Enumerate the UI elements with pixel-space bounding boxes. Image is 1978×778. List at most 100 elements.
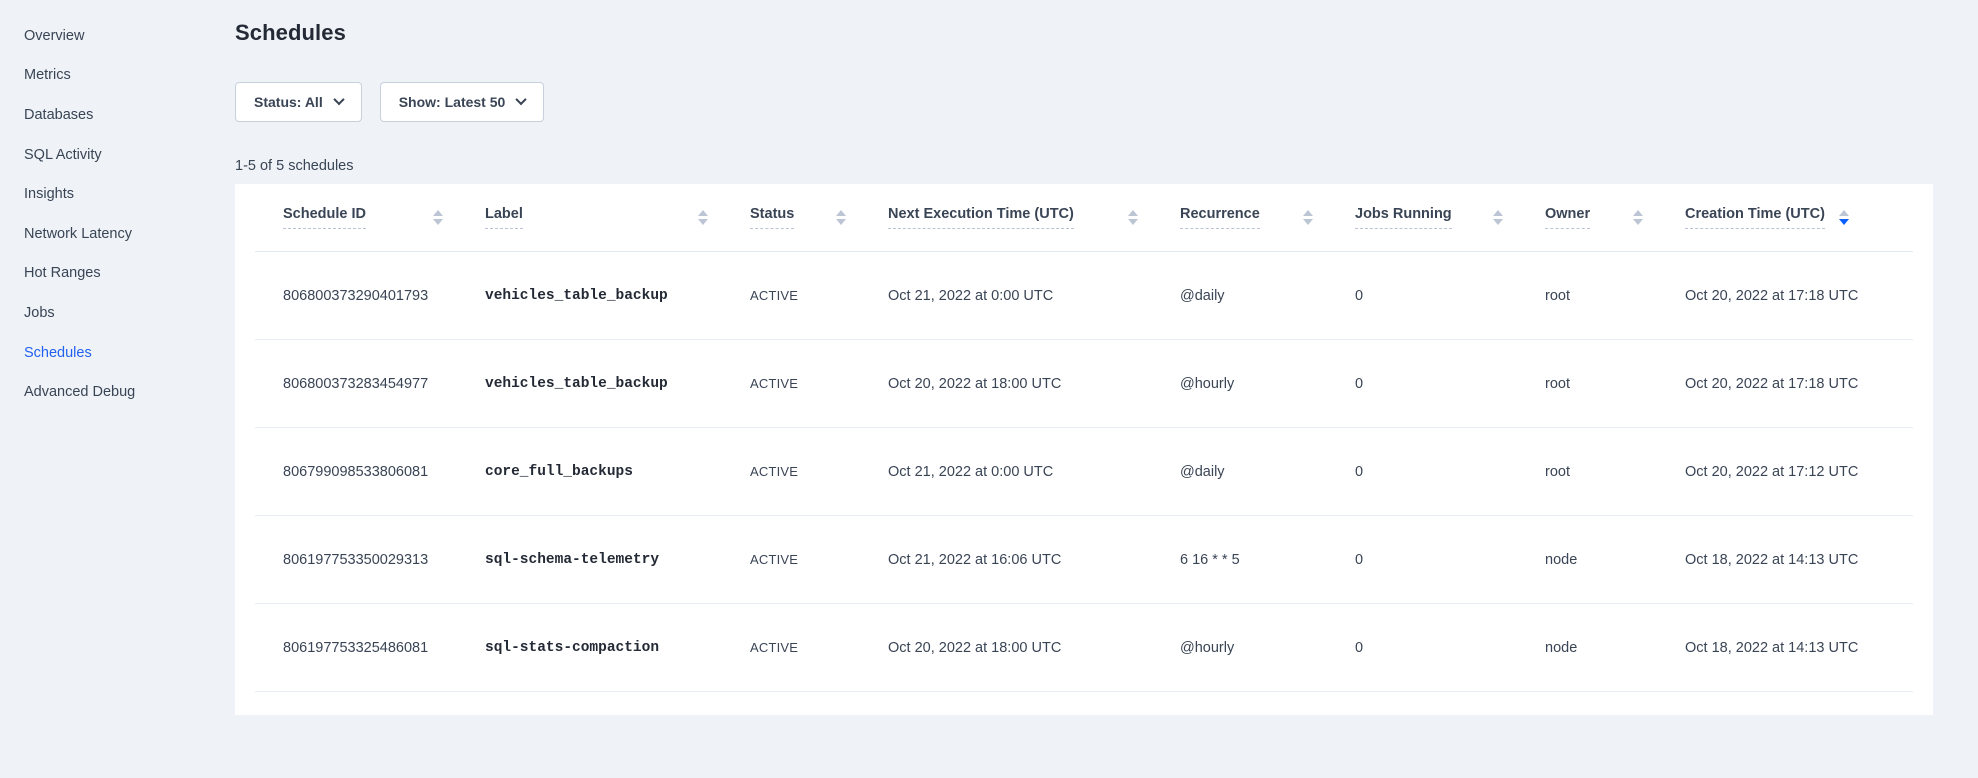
sidebar-item-label: Insights: [24, 186, 74, 202]
cell-owner: root: [1545, 464, 1685, 480]
column-header-label: Creation Time (UTC): [1685, 206, 1825, 229]
column-header-label: Jobs Running: [1355, 206, 1452, 229]
column-header[interactable]: Next Execution Time (UTC): [888, 206, 1180, 229]
page: Overview Metrics Databases SQL Activity …: [0, 0, 1978, 778]
sort-icon[interactable]: [1493, 210, 1503, 225]
cell-label: vehicles_table_backup: [485, 376, 750, 392]
sort-down-arrow-icon: [1493, 219, 1503, 225]
sidebar-item[interactable]: Metrics: [24, 56, 215, 96]
table-row[interactable]: 806197753325486081 sql-stats-compaction …: [255, 604, 1913, 692]
cell-next-execution-time: Oct 20, 2022 at 18:00 UTC: [888, 640, 1180, 656]
cell-label: vehicles_table_backup: [485, 288, 750, 304]
sidebar-item[interactable]: Hot Ranges: [24, 254, 215, 294]
cell-schedule-id: 806799098533806081: [283, 464, 485, 480]
sort-icon[interactable]: [1303, 210, 1313, 225]
sidebar-item[interactable]: Jobs: [24, 293, 215, 333]
cell-owner: root: [1545, 288, 1685, 304]
cell-next-execution-time: Oct 21, 2022 at 0:00 UTC: [888, 288, 1180, 304]
cell-creation-time: Oct 18, 2022 at 14:13 UTC: [1685, 640, 1887, 656]
sort-up-arrow-icon: [836, 210, 846, 216]
cell-creation-time: Oct 20, 2022 at 17:18 UTC: [1685, 376, 1887, 392]
table-row[interactable]: 806800373290401793 vehicles_table_backup…: [255, 252, 1913, 340]
cell-creation-time: Oct 20, 2022 at 17:18 UTC: [1685, 288, 1887, 304]
results-count: 1-5 of 5 schedules: [235, 158, 1933, 174]
column-header[interactable]: Schedule ID: [283, 206, 485, 229]
cell-label: sql-schema-telemetry: [485, 552, 750, 568]
filter-bar: Status: All Show: Latest 50: [235, 82, 1933, 122]
column-header-label: Owner: [1545, 206, 1590, 229]
sort-icon[interactable]: [836, 210, 846, 225]
table-body: 806800373290401793 vehicles_table_backup…: [235, 252, 1933, 692]
column-header[interactable]: Owner: [1545, 206, 1685, 229]
cell-recurrence: 6 16 * * 5: [1180, 552, 1355, 568]
sort-down-arrow-icon: [1128, 219, 1138, 225]
cell-owner: node: [1545, 640, 1685, 656]
sort-down-arrow-icon: [1303, 219, 1313, 225]
sidebar-item[interactable]: Overview: [24, 16, 215, 56]
cell-next-execution-time: Oct 21, 2022 at 0:00 UTC: [888, 464, 1180, 480]
sort-up-arrow-icon: [1303, 210, 1313, 216]
cell-creation-time: Oct 20, 2022 at 17:12 UTC: [1685, 464, 1887, 480]
cell-jobs-running: 0: [1355, 376, 1545, 392]
table-row[interactable]: 806197753350029313 sql-schema-telemetry …: [255, 516, 1913, 604]
sort-up-arrow-icon: [1633, 210, 1643, 216]
sidebar-item[interactable]: Databases: [24, 95, 215, 135]
sort-icon[interactable]: [1128, 210, 1138, 225]
sidebar-item-label: Overview: [24, 28, 84, 44]
column-header[interactable]: Jobs Running: [1355, 206, 1545, 229]
column-header-label: Recurrence: [1180, 206, 1260, 229]
cell-schedule-id: 806800373283454977: [283, 376, 485, 392]
sidebar-item-label: Advanced Debug: [24, 384, 135, 400]
cell-owner: node: [1545, 552, 1685, 568]
cell-recurrence: @hourly: [1180, 640, 1355, 656]
sort-down-arrow-icon: [1633, 219, 1643, 225]
sort-up-arrow-icon: [1493, 210, 1503, 216]
cell-next-execution-time: Oct 20, 2022 at 18:00 UTC: [888, 376, 1180, 392]
status-filter-label: Status: All: [254, 94, 323, 110]
sidebar-item[interactable]: SQL Activity: [24, 135, 215, 175]
sort-icon[interactable]: [1633, 210, 1643, 225]
sort-down-arrow-icon: [433, 219, 443, 225]
sort-down-arrow-icon: [698, 219, 708, 225]
column-header-label: Next Execution Time (UTC): [888, 206, 1074, 229]
cell-jobs-running: 0: [1355, 464, 1545, 480]
sort-icon[interactable]: [1839, 210, 1849, 225]
sidebar-item[interactable]: Insights: [24, 174, 215, 214]
cell-next-execution-time: Oct 21, 2022 at 16:06 UTC: [888, 552, 1180, 568]
schedules-table-card: Schedule ID Label Status: [235, 184, 1933, 715]
column-header-label: Label: [485, 206, 523, 229]
sort-up-arrow-icon: [698, 210, 708, 216]
cell-status: ACTIVE: [750, 376, 888, 391]
sort-down-arrow-icon: [1839, 219, 1849, 225]
cell-jobs-running: 0: [1355, 640, 1545, 656]
column-header[interactable]: Creation Time (UTC): [1685, 206, 1887, 229]
cell-creation-time: Oct 18, 2022 at 14:13 UTC: [1685, 552, 1887, 568]
sidebar-item[interactable]: Schedules: [24, 333, 215, 373]
table-row[interactable]: 806799098533806081 core_full_backups ACT…: [255, 428, 1913, 516]
cell-status: ACTIVE: [750, 640, 888, 655]
sidebar-item[interactable]: Advanced Debug: [24, 372, 215, 412]
sidebar-item[interactable]: Network Latency: [24, 214, 215, 254]
show-filter-dropdown[interactable]: Show: Latest 50: [380, 82, 545, 122]
cell-recurrence: @daily: [1180, 288, 1355, 304]
sidebar-nav: Overview Metrics Databases SQL Activity …: [0, 0, 215, 778]
cell-owner: root: [1545, 376, 1685, 392]
sort-up-arrow-icon: [1839, 210, 1849, 216]
sort-icon[interactable]: [698, 210, 708, 225]
sort-icon[interactable]: [433, 210, 443, 225]
column-header[interactable]: Status: [750, 206, 888, 229]
column-header[interactable]: Recurrence: [1180, 206, 1355, 229]
sort-up-arrow-icon: [433, 210, 443, 216]
show-filter-label: Show: Latest 50: [399, 94, 506, 110]
status-filter-dropdown[interactable]: Status: All: [235, 82, 362, 122]
cell-jobs-running: 0: [1355, 552, 1545, 568]
column-header[interactable]: Label: [485, 206, 750, 229]
sidebar-item-label: Network Latency: [24, 226, 132, 242]
table-row[interactable]: 806800373283454977 vehicles_table_backup…: [255, 340, 1913, 428]
cell-jobs-running: 0: [1355, 288, 1545, 304]
sort-down-arrow-icon: [836, 219, 846, 225]
page-title: Schedules: [235, 20, 1933, 46]
cell-schedule-id: 806197753350029313: [283, 552, 485, 568]
chevron-down-icon: [516, 93, 527, 104]
sidebar-item-label: Schedules: [24, 345, 92, 361]
